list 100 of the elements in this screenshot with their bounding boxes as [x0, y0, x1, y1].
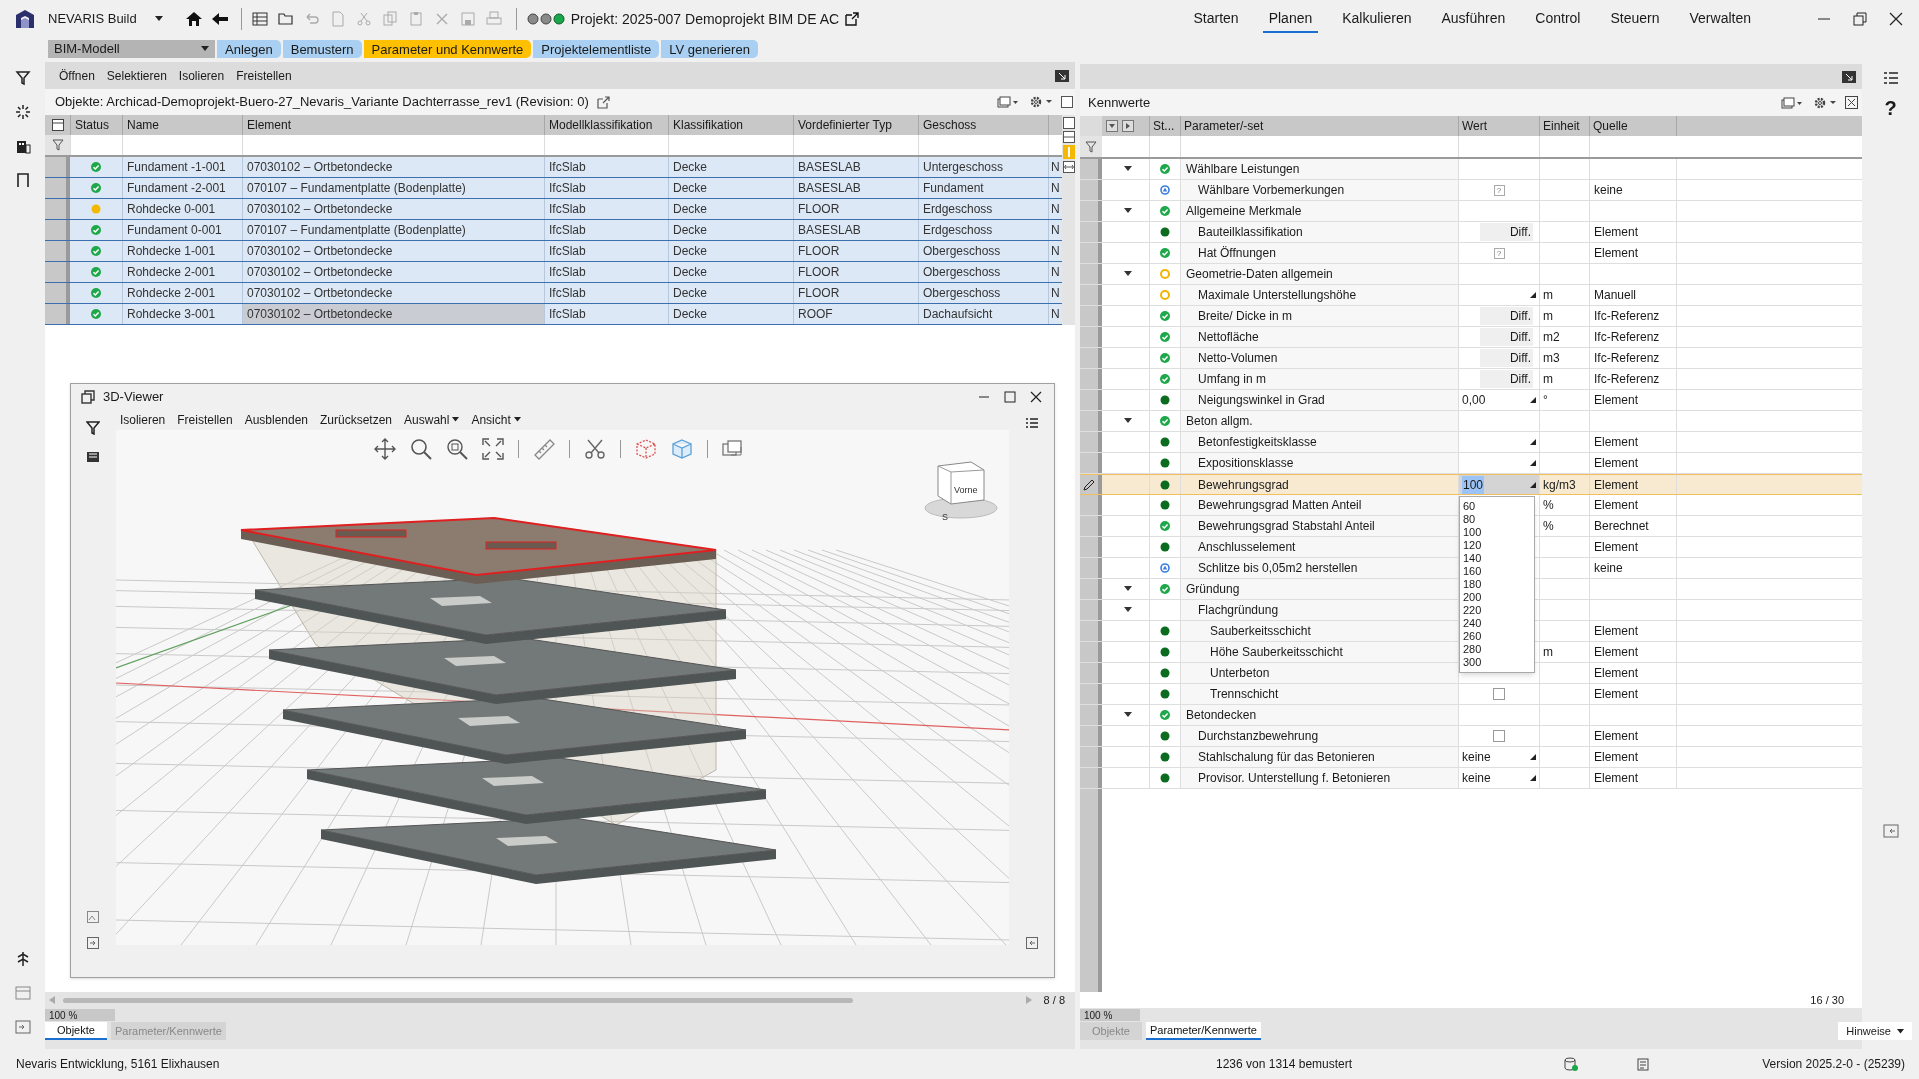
checkbox-icon[interactable] [1062, 117, 1075, 129]
module-dropdown[interactable]: BIM-Modell [48, 40, 215, 58]
notes-dropdown[interactable]: Hinweise [1838, 1022, 1912, 1040]
menu-item[interactable]: Control [1529, 5, 1587, 33]
menu-button[interactable]: Auswahl [404, 410, 460, 429]
zoom-window-icon[interactable] [445, 438, 468, 460]
toolbar-button[interactable]: Selektieren [106, 66, 167, 85]
column-header[interactable]: Quelle [1593, 117, 1628, 135]
section-box-icon[interactable] [634, 438, 657, 460]
menu-button[interactable]: Ansicht [471, 410, 521, 429]
external-link-icon[interactable] [845, 12, 860, 26]
dropdown-field[interactable]: 100 [1459, 475, 1539, 494]
table-row[interactable]: Rohdecke 2-001 07030102 – Ortbetondecke IfcSlab Decke FLOOR Obergeschoss N [45, 283, 1062, 304]
caret-down-icon[interactable] [1123, 418, 1132, 424]
table-row[interactable]: Rohdecke 0-001 07030102 – Ortbetondecke IfcSlab Decke FLOOR Erdgeschoss N [45, 199, 1062, 220]
caret-down-icon[interactable] [1123, 607, 1132, 613]
caret-down-icon[interactable] [1123, 208, 1132, 214]
dropdown-option[interactable]: 80 [1460, 513, 1534, 526]
list-icon[interactable] [1024, 417, 1039, 429]
dropdown-field[interactable]: 0,00 [1459, 390, 1539, 410]
process-step-tab[interactable]: Projektelementliste [533, 40, 660, 58]
pin-icon[interactable] [1055, 69, 1069, 82]
dropdown-corner-icon[interactable] [1530, 397, 1536, 403]
toolbar-button[interactable]: Öffnen [59, 66, 95, 85]
column-header[interactable]: Parameter/-set [1184, 117, 1264, 135]
caret-down-icon[interactable] [1123, 712, 1132, 718]
dock-icon[interactable] [1882, 823, 1899, 839]
process-step-tab[interactable]: Anlegen [217, 40, 281, 58]
dropdown-field[interactable]: keine [1459, 747, 1539, 767]
layers-icon[interactable] [997, 96, 1019, 108]
dropdown-option[interactable]: 160 [1460, 565, 1534, 578]
table-row[interactable]: Rohdecke 1-001 07030102 – Ortbetondecke IfcSlab Decke FLOOR Obergeschoss N [45, 241, 1062, 262]
dropdown-option[interactable]: 60 [1460, 500, 1534, 513]
collapse-all-icon[interactable] [1106, 120, 1118, 132]
search-icon[interactable] [409, 438, 432, 460]
menu-item[interactable]: Starten [1187, 5, 1245, 33]
cube-icon[interactable] [86, 449, 101, 463]
folder-icon[interactable] [277, 11, 294, 27]
table-row[interactable]: Rohdecke 2-001 07030102 – Ortbetondecke IfcSlab Decke FLOOR Obergeschoss N [45, 262, 1062, 283]
image-icon[interactable] [87, 911, 100, 923]
dropdown-field[interactable]: keine [1459, 768, 1539, 788]
process-step-tab[interactable]: Bemustern [282, 40, 362, 58]
dock-icon[interactable] [87, 937, 100, 949]
column-header[interactable]: Wert [1462, 117, 1488, 135]
column-header[interactable]: Geschoss [923, 116, 977, 134]
dropdown-list[interactable]: 60 80 100 120 140 160 180 200 220 240 260 280 300 [1459, 496, 1535, 673]
dropdown-option[interactable]: 120 [1460, 539, 1534, 552]
dropdown-option[interactable]: 220 [1460, 604, 1534, 617]
table-icon[interactable] [251, 11, 268, 27]
checkbox[interactable] [1493, 730, 1505, 742]
dropdown-option[interactable]: 100 [1460, 526, 1534, 539]
caret-icon[interactable] [154, 16, 163, 22]
flag-box[interactable]: ? [1493, 247, 1505, 259]
menu-item[interactable]: Verwalten [1683, 5, 1757, 33]
view-cube[interactable] [924, 461, 998, 519]
layers-icon[interactable] [1781, 96, 1803, 109]
filter-icon[interactable] [86, 421, 101, 435]
dock-icon[interactable] [1025, 937, 1038, 949]
table-row[interactable]: Bewehrungsgrad 100 kg/m3 Element [1080, 474, 1862, 495]
clipboard-icon[interactable] [1636, 1057, 1651, 1071]
menu-item[interactable]: Steuern [1604, 5, 1666, 33]
box-icon[interactable] [670, 438, 693, 460]
dropdown-corner-icon[interactable] [1530, 754, 1536, 760]
toolbar-button[interactable]: Isolieren [119, 410, 166, 429]
dropdown-option[interactable]: 280 [1460, 643, 1534, 656]
column-header[interactable]: Modellklassifikation [549, 116, 653, 134]
scrollbar-thumb[interactable] [63, 997, 853, 1003]
menu-item[interactable]: Planen [1262, 5, 1319, 33]
column-header[interactable]: Element [247, 116, 292, 134]
bracket-icon[interactable] [14, 172, 31, 188]
dock-icon[interactable] [14, 1019, 31, 1035]
dropdown-option[interactable]: 180 [1460, 578, 1534, 591]
dropdown-option[interactable]: 260 [1460, 630, 1534, 643]
dropdown-corner-icon[interactable] [1530, 439, 1536, 445]
panel-tab[interactable]: Objekte [45, 1022, 107, 1040]
dropdown-corner-icon[interactable] [1530, 481, 1536, 488]
close-icon[interactable] [1889, 12, 1903, 26]
maximize-icon[interactable] [1004, 390, 1016, 403]
zoom-field[interactable]: 100 % [45, 1009, 115, 1021]
table-icon[interactable] [51, 119, 64, 131]
zoom-field[interactable]: 100 % [1080, 1009, 1140, 1021]
caret-down-icon[interactable] [1123, 166, 1132, 172]
pin-icon[interactable] [1842, 70, 1856, 83]
table-row[interactable]: Provisor. Unterstellung f. Betonieren keine Element [1080, 768, 1862, 789]
column-header[interactable]: Status [75, 116, 110, 134]
toolbar-button[interactable]: Zurücksetzen [320, 410, 393, 429]
settings-icon[interactable] [1029, 95, 1053, 109]
help-button[interactable]: ? [1884, 98, 1897, 118]
flag-box[interactable]: ? [1493, 184, 1505, 196]
expand-all-icon[interactable] [1122, 120, 1134, 132]
expand-columns-icon[interactable] [1062, 161, 1075, 173]
list-icon[interactable] [1882, 70, 1899, 86]
toolbar-button[interactable]: Freistellen [177, 410, 233, 429]
menu-item[interactable]: Ausführen [1435, 5, 1512, 33]
column-header[interactable]: Klassifikation [673, 116, 744, 134]
column-header[interactable]: Vordefinierter Typ [798, 116, 892, 134]
process-step-tab[interactable]: Parameter und Kennwerte [363, 40, 532, 58]
caret-down-icon[interactable] [1123, 586, 1132, 592]
ruler-icon[interactable] [532, 438, 555, 460]
settings-icon[interactable] [1813, 95, 1837, 110]
